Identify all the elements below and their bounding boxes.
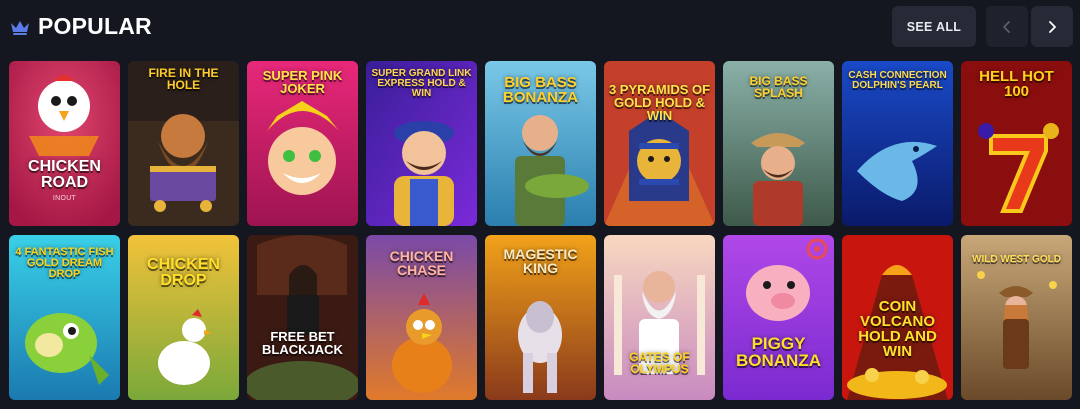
game-title: GATES OF OLYMPUS bbox=[629, 350, 690, 376]
game-title: BIG BASS SPLASH bbox=[749, 74, 808, 100]
game-title: SUPER GRAND LINK EXPRESS HOLD & WIN bbox=[371, 68, 472, 99]
chevron-right-icon bbox=[1049, 20, 1056, 33]
chevron-left-icon bbox=[1003, 20, 1010, 33]
game-title: BIG BASS BONANZA bbox=[503, 74, 578, 106]
game-tile-super-grand[interactable]: SUPER GRAND LINK EXPRESS HOLD & WIN bbox=[366, 61, 477, 226]
game-title: MAGESTIC KING bbox=[503, 246, 578, 276]
game-title: CASH CONNECTION DOLPHIN'S PEARL bbox=[848, 70, 947, 91]
game-tile-chicken-drop[interactable]: CHICKEN DROP bbox=[128, 235, 239, 400]
game-title: CHICKEN DROP bbox=[147, 256, 220, 289]
game-title: FIRE IN THE HOLE bbox=[148, 66, 219, 92]
section-header: POPULAR SEE ALL bbox=[0, 0, 1080, 56]
game-tile-coin-volcano[interactable]: COIN VOLCANO HOLD AND WIN bbox=[842, 235, 953, 400]
game-tile-3-pyramids-of-gold[interactable]: 3 PYRAMIDS OF GOLD HOLD & WIN bbox=[604, 61, 715, 226]
game-tile-magestic-king[interactable]: MAGESTIC KING bbox=[485, 235, 596, 400]
game-tile-chicken-chase[interactable]: CHICKEN CHASE bbox=[366, 235, 477, 400]
game-tile-big-bass-bonanza[interactable]: BIG BASS BONANZA bbox=[485, 61, 596, 226]
see-all-button[interactable]: SEE ALL bbox=[892, 6, 976, 47]
prev-button[interactable] bbox=[986, 6, 1028, 47]
game-title: HELL HOT 100 bbox=[979, 68, 1054, 100]
game-title: SUPER PINK JOKER bbox=[262, 68, 343, 96]
game-title: COIN VOLCANO HOLD AND WIN bbox=[858, 298, 937, 360]
game-tile-piggy-bonanza[interactable]: PIGGY BONANZA bbox=[723, 235, 834, 400]
game-provider: INOUT bbox=[52, 195, 77, 202]
game-artwork bbox=[723, 235, 834, 400]
game-title: CHICKEN CHASE bbox=[389, 248, 454, 278]
game-title: PIGGY BONANZA bbox=[736, 334, 821, 370]
game-tile-cash-connection[interactable]: CASH CONNECTION DOLPHIN'S PEARL bbox=[842, 61, 953, 226]
game-tile-gates-of-olympus[interactable]: GATES OF OLYMPUS bbox=[604, 235, 715, 400]
game-tile-free-bet-blackjack[interactable]: FREE BET BLACKJACK bbox=[247, 235, 358, 400]
game-title: CHICKEN ROAD bbox=[28, 158, 101, 191]
section-title: POPULAR bbox=[38, 13, 152, 39]
game-tile-wild-west-gold[interactable]: WILD WEST GOLD bbox=[961, 235, 1072, 400]
game-tile-hell-hot-100[interactable]: HELL HOT 100 bbox=[961, 61, 1072, 226]
next-button[interactable] bbox=[1031, 6, 1073, 47]
game-title: WILD WEST GOLD bbox=[972, 254, 1061, 265]
game-title: 4 FANTASTIC FISH GOLD DREAM DROP bbox=[15, 246, 114, 280]
game-title: 3 PYRAMIDS OF GOLD HOLD & WIN bbox=[608, 82, 711, 123]
game-artwork bbox=[247, 235, 358, 400]
games-grid: CHICKEN ROAD INOUT FIRE IN THE HOLE SUPE… bbox=[9, 61, 1072, 401]
game-tile-super-pink-joker[interactable]: SUPER PINK JOKER bbox=[247, 61, 358, 226]
game-tile-4-fantastic-fish[interactable]: 4 FANTASTIC FISH GOLD DREAM DROP bbox=[9, 235, 120, 400]
game-tile-big-bass-splash[interactable]: BIG BASS SPLASH bbox=[723, 61, 834, 226]
game-tile-fire-in-the-hole[interactable]: FIRE IN THE HOLE bbox=[128, 61, 239, 226]
crown-icon bbox=[11, 21, 29, 35]
game-title: FREE BET BLACKJACK bbox=[262, 329, 343, 357]
game-tile-chicken-road[interactable]: CHICKEN ROAD INOUT bbox=[9, 61, 120, 226]
